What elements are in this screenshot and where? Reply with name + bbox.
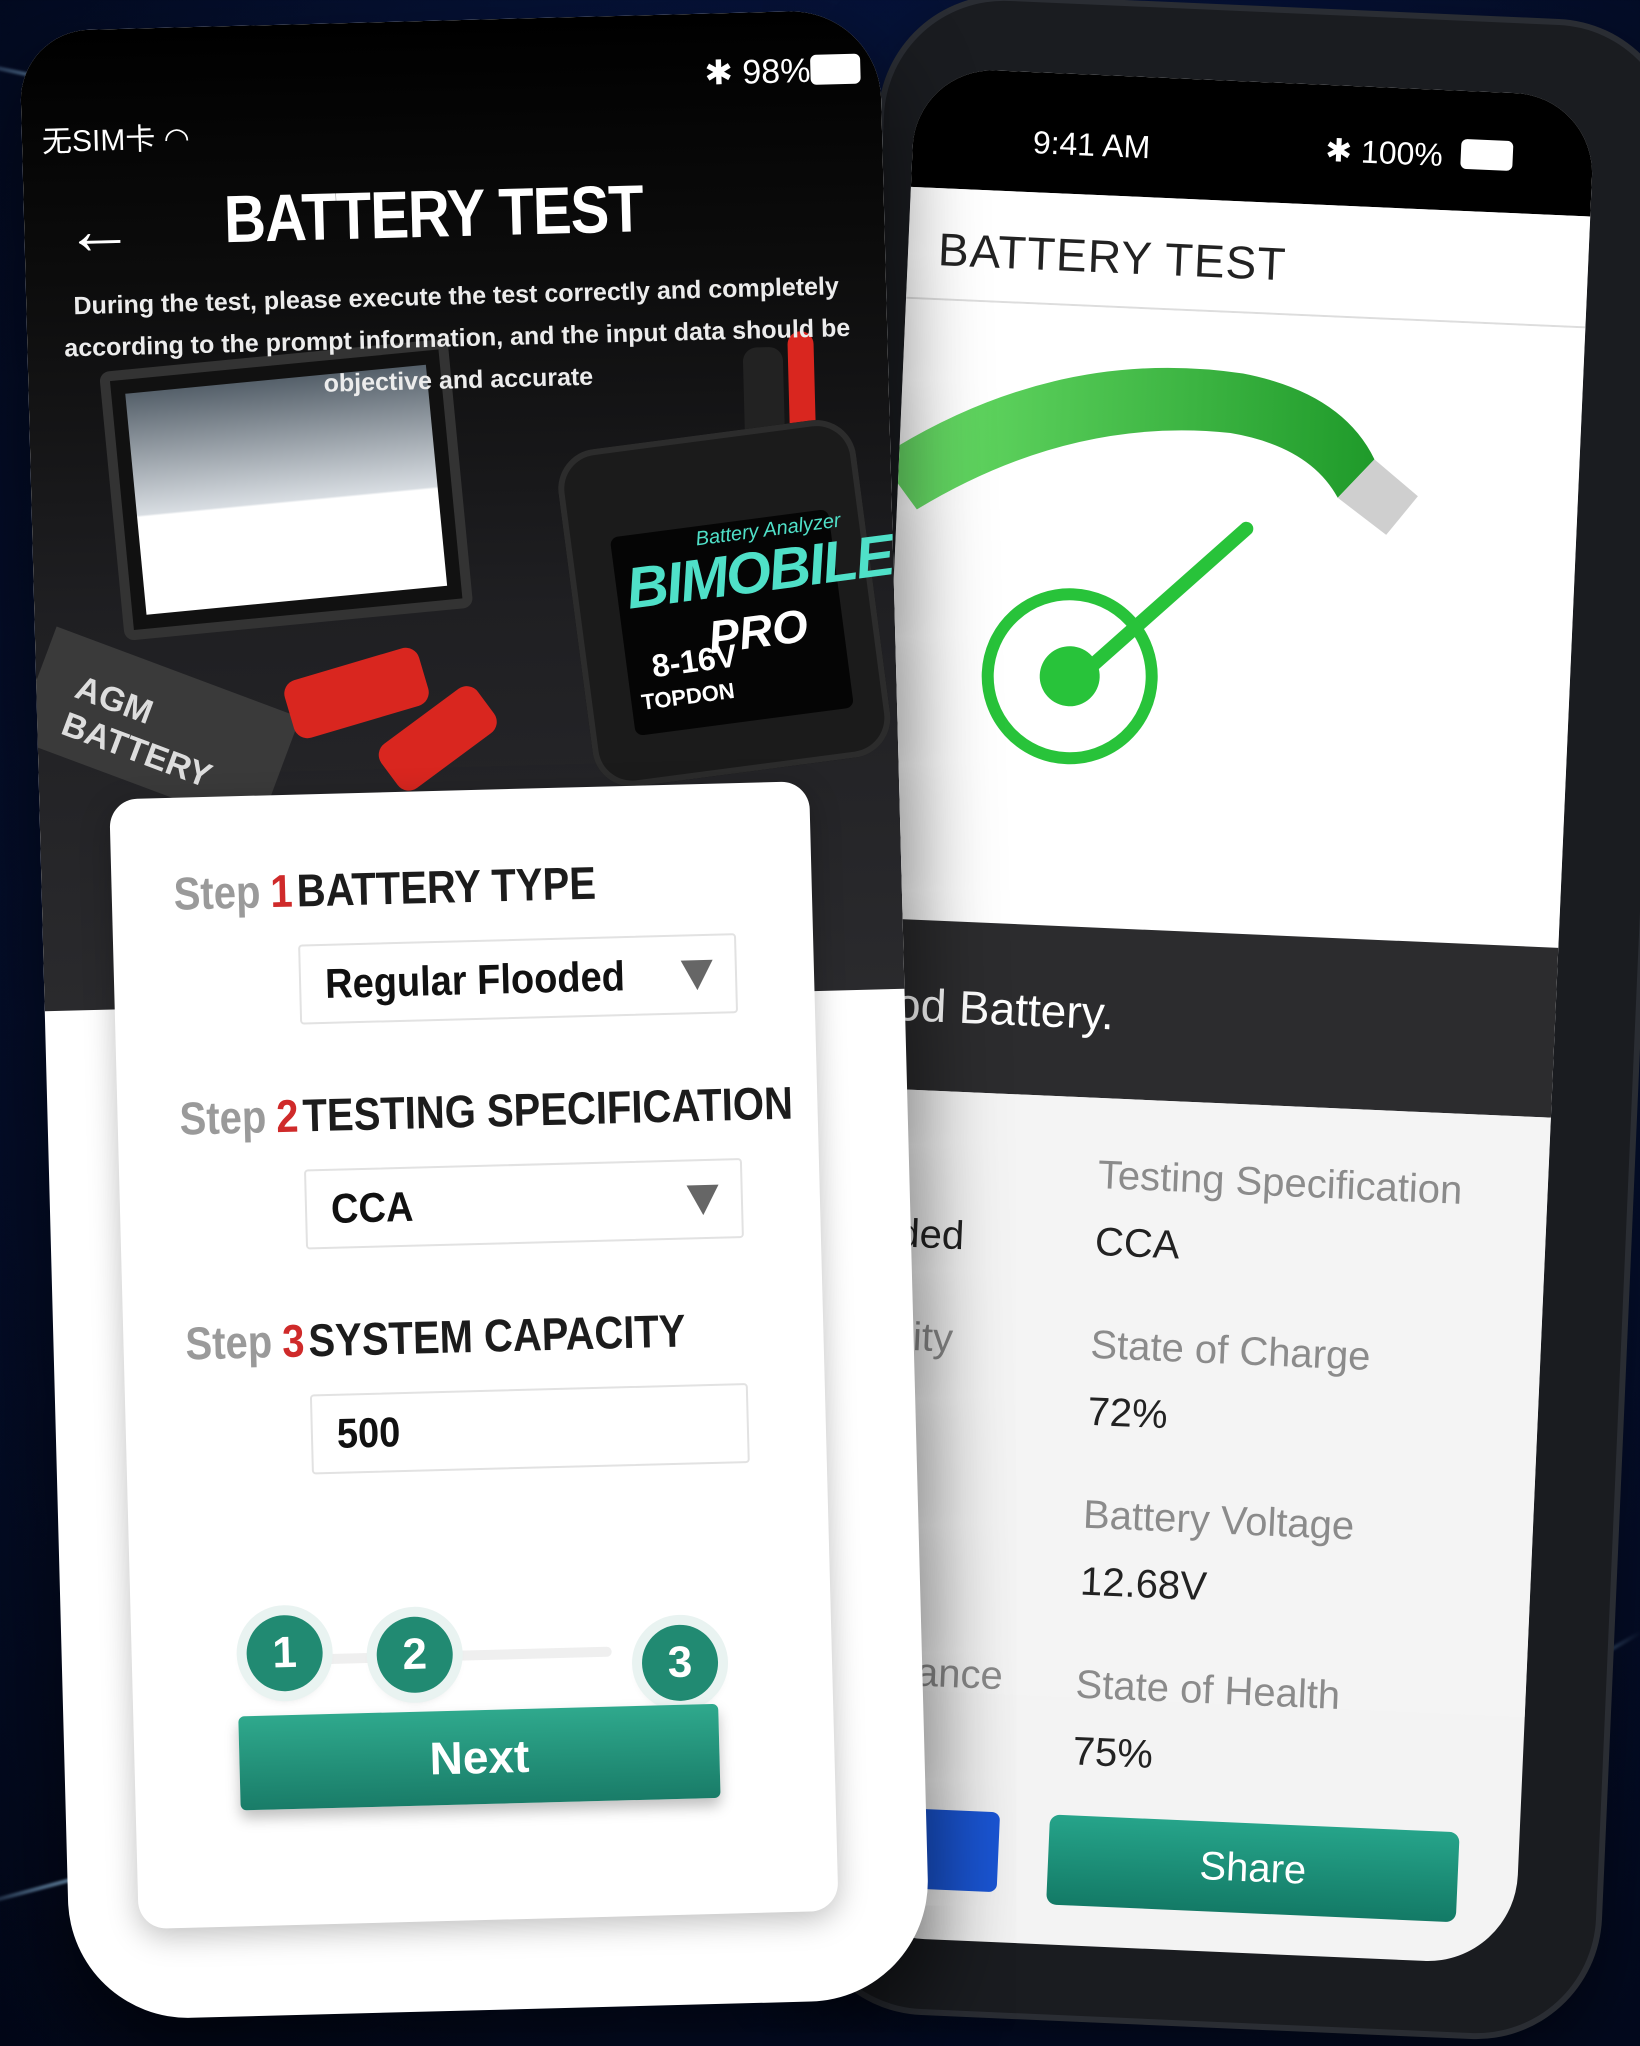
gauge-graphic — [879, 367, 1418, 765]
gauge-arc — [879, 367, 1375, 510]
instructions-text: During the test, please execute the test… — [63, 272, 851, 398]
battery-label: AGM BATTERY — [56, 668, 217, 796]
detail-value: 12.68V — [1079, 1559, 1208, 1610]
step-2-label: Step 2 — [179, 1091, 299, 1146]
detail-battery-voltage: Battery Voltage 12.68V — [1079, 1493, 1355, 1617]
detail-value: 75% — [1071, 1729, 1154, 1777]
status-bar: 无SIM卡 ◠ ✱ 98% — [19, 9, 882, 159]
front-phone: AGM BATTERY Battery Analyzer BIMOBILE PR… — [19, 9, 931, 2021]
share-button[interactable]: Share — [1046, 1814, 1460, 1923]
step-number: 3 — [281, 1316, 306, 1368]
battery-percent: 100% — [1360, 133, 1444, 174]
result-details: e oded acity sistance Testing Specificat… — [845, 1087, 1551, 1777]
battery-icon — [1460, 138, 1514, 172]
step-3-title: SYSTEM CAPACITY — [307, 1306, 687, 1367]
bluetooth-icon: ✱ — [1324, 131, 1353, 170]
gauge-hub — [1039, 646, 1100, 707]
step-prefix: Step — [173, 867, 262, 921]
testing-specification-select[interactable]: CCA — [303, 1158, 744, 1250]
steps-card: Step 1 BATTERY TYPE Regular Flooded Step 2… — [109, 781, 839, 1930]
back-arrow-icon[interactable]: ← — [63, 189, 135, 271]
result-text: od Battery. — [894, 977, 1116, 1040]
system-capacity-value: 500 — [336, 1409, 401, 1458]
battery-analyzer-device: Battery Analyzer BIMOBILE PRO 8-16V TOPD… — [553, 415, 896, 792]
back-phone: 9:41 AM ✱ 100% BATTERY TEST od Battery. … — [801, 0, 1640, 2039]
testing-specification-value: CCA — [330, 1184, 414, 1233]
progress-step-1[interactable]: 1 — [245, 1614, 324, 1693]
step-number: 1 — [269, 866, 294, 918]
result-banner: od Battery. — [871, 918, 1559, 1118]
carrier-status: 无SIM卡 ◠ — [41, 113, 191, 161]
step-number: 2 — [275, 1091, 300, 1143]
bluetooth-icon: ✱ — [703, 53, 734, 93]
detail-label: Testing Specification — [1097, 1152, 1464, 1213]
detail-state-of-health: State of Health 75% — [1072, 1662, 1341, 1785]
detail-state-of-charge: State of Charge 72% — [1087, 1323, 1372, 1447]
back-phone-screen: 9:41 AM ✱ 100% BATTERY TEST od Battery. … — [834, 66, 1596, 1965]
status-time: 9:41 AM — [1032, 124, 1152, 166]
step-prefix: Step — [184, 1317, 273, 1370]
step-1-label: Step 1 — [173, 866, 293, 921]
battery-type-select[interactable]: Regular Flooded — [298, 933, 739, 1025]
detail-label: Battery Voltage — [1082, 1492, 1356, 1549]
step-3-label: Step 3 — [185, 1316, 305, 1371]
dropdown-arrow-icon — [680, 959, 714, 991]
gauge — [878, 298, 1586, 948]
step-prefix: Step — [178, 1092, 267, 1145]
status-battery: ✱ 98% — [704, 51, 811, 94]
page-title: BATTERY TEST — [937, 223, 1288, 291]
step-1-title: BATTERY TYPE — [296, 858, 597, 917]
detail-value: 72% — [1086, 1389, 1169, 1438]
status-battery-percent: ✱ 100% — [1325, 131, 1444, 174]
progress-step-2[interactable]: 2 — [375, 1615, 454, 1694]
detail-value: CCA — [1094, 1219, 1181, 1268]
detail-testing-specification: Testing Specification CCA — [1094, 1153, 1463, 1281]
progress-step-3[interactable]: 3 — [641, 1623, 720, 1702]
step-2-title: TESTING SPECIFICATION — [301, 1078, 794, 1142]
detail-label: State of Health — [1074, 1662, 1342, 1718]
sim-status: 无SIM卡 — [41, 123, 156, 160]
battery-type-value: Regular Flooded — [324, 953, 626, 1008]
system-capacity-input[interactable]: 500 — [309, 1382, 750, 1475]
page-title: BATTERY TEST — [223, 171, 644, 258]
next-button[interactable]: Next — [238, 1703, 721, 1811]
battery-icon — [809, 53, 861, 85]
wifi-icon: ◠ — [163, 122, 191, 156]
battery-percent: 98% — [741, 51, 811, 92]
dropdown-arrow-icon — [686, 1184, 720, 1216]
detail-label: State of Charge — [1089, 1322, 1372, 1379]
